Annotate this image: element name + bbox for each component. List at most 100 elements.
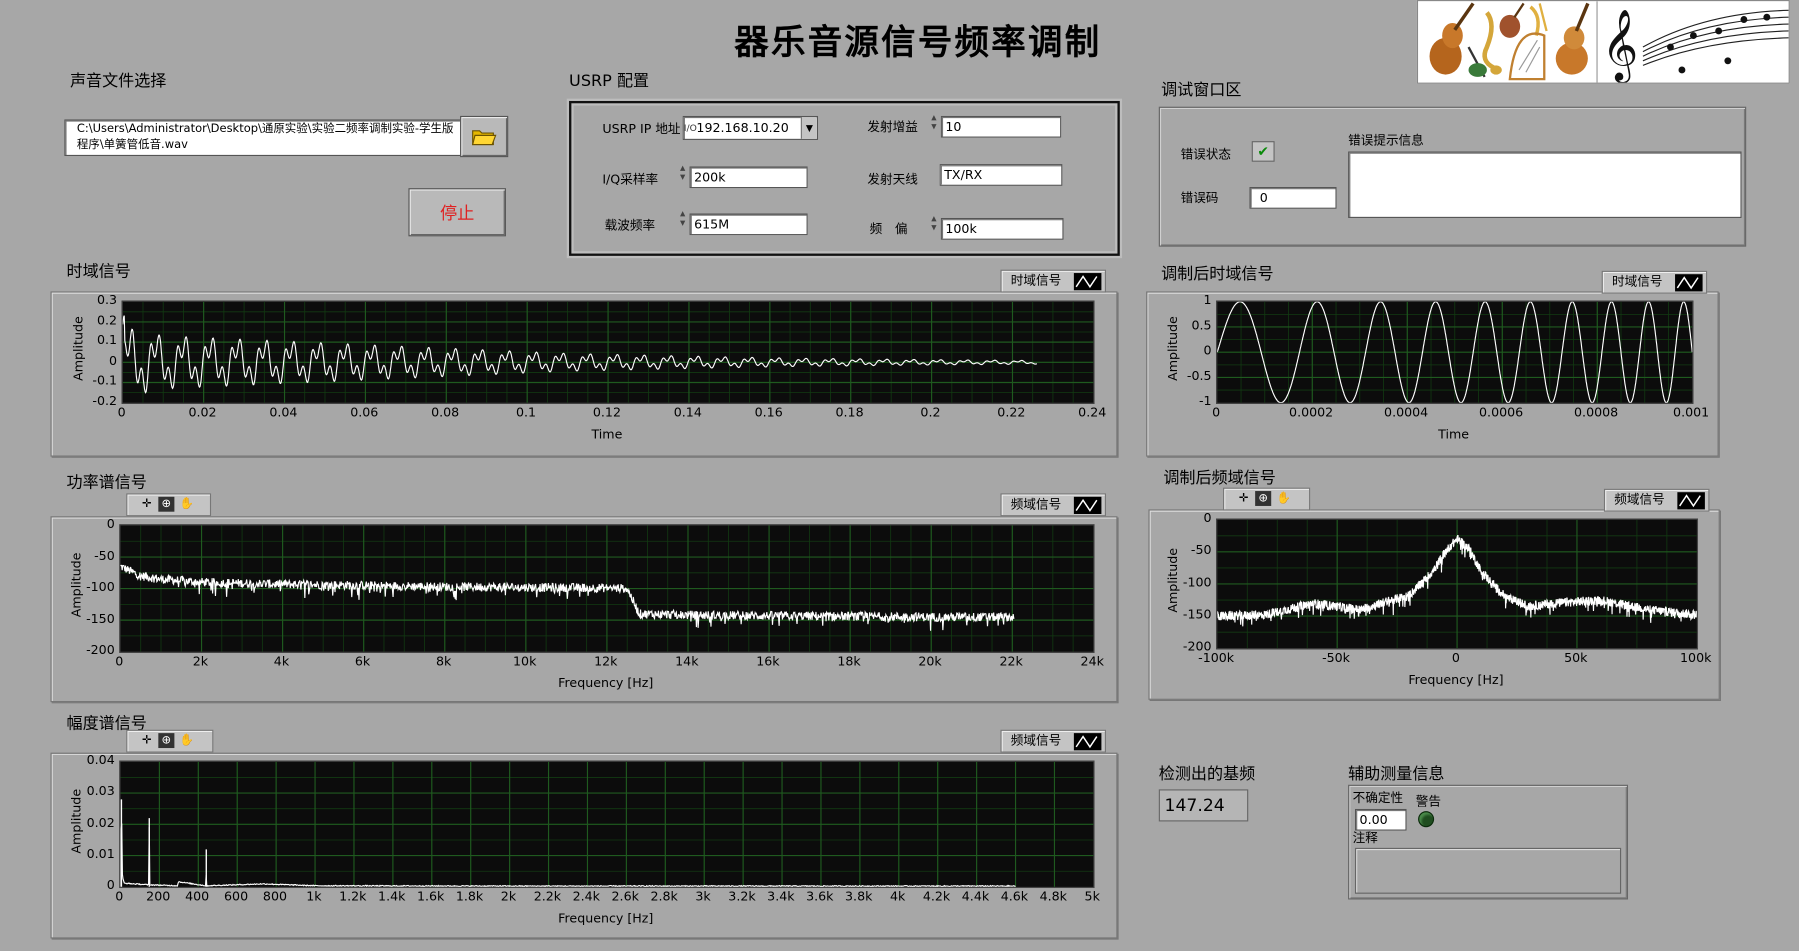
mod_freq-legend[interactable]: 频域信号	[1603, 488, 1710, 512]
error-code-label: 错误码	[1180, 190, 1219, 206]
mod_time-plot-area[interactable]	[1216, 300, 1694, 404]
front-panel: 器乐音源信号频率调制 𝄞 声音文件选择 C:\Users\Administrat…	[0, 0, 1799, 951]
power-plot-area[interactable]	[119, 524, 1095, 653]
mod_freq-y-tick: -200	[1182, 639, 1212, 654]
time-y-tick: -0.1	[92, 373, 118, 389]
mod_time-legend[interactable]: 时域信号	[1601, 270, 1708, 294]
plot-line-icon[interactable]	[1073, 273, 1102, 291]
power-y-tick: -150	[86, 610, 115, 626]
plot-line-icon[interactable]	[1073, 733, 1102, 751]
power-x-tick: 10k	[513, 653, 537, 669]
pan-hand-icon[interactable]: ✋	[1276, 491, 1292, 506]
time-x-tick: 0.1	[515, 404, 537, 420]
time-y-tick: 0.2	[96, 312, 118, 328]
checkmark-icon[interactable]: ✔	[1251, 141, 1275, 162]
mod_freq-y-tick: -150	[1182, 606, 1212, 622]
usrp-config-panel: USRP IP 地址 I/O 192.168.10.20 ▼ I/Q采样率 ▲ ▼…	[569, 100, 1120, 256]
tx-antenna-label: 发射天线	[867, 172, 918, 188]
time-x-tick: 0.06	[350, 404, 379, 420]
mod_freq-y-tick: -100	[1182, 574, 1212, 590]
freq-offset-spinner-icon[interactable]: ▲ ▼	[929, 215, 938, 233]
note-label: 注释	[1352, 830, 1378, 846]
error-code-input[interactable]: 0	[1249, 187, 1337, 209]
debug-panel: 错误状态 ✔ 错误码 0 错误提示信息	[1158, 106, 1747, 247]
mod_time-xlabel: Time	[1438, 426, 1470, 442]
crosshair-icon[interactable]: ✛	[139, 733, 155, 748]
power-y-tick: -100	[86, 579, 115, 595]
power-x-tick: 4k	[273, 653, 290, 669]
carrier-freq-spinner-icon[interactable]: ▲ ▼	[678, 210, 687, 228]
io-icon: I/O	[683, 122, 697, 134]
amp-y-tick: 0.04	[86, 752, 115, 768]
file-path-field[interactable]: C:\Users\Administrator\Desktop\通原实验\实验二频…	[64, 119, 466, 157]
time-x-tick: 0.14	[673, 404, 702, 420]
pan-hand-icon[interactable]: ✋	[179, 497, 195, 512]
mod_time-x-tick: 0.0008	[1574, 404, 1619, 420]
power-legend[interactable]: 频域信号	[1000, 493, 1106, 517]
pan-hand-icon[interactable]: ✋	[179, 733, 195, 748]
power-y-tick: 0	[106, 516, 115, 532]
folder-open-icon	[471, 130, 497, 146]
iq-rate-spinner-icon[interactable]: ▲ ▼	[678, 164, 687, 182]
amp-plot-area[interactable]	[119, 760, 1095, 889]
plot-line-icon[interactable]	[1675, 274, 1703, 292]
power-y-tick: -50	[94, 547, 115, 563]
usrp-config-label: USRP 配置	[569, 72, 650, 91]
mod_freq-x-tick: 50k	[1564, 650, 1588, 666]
tx-antenna-input[interactable]: TX/RX	[939, 164, 1063, 186]
mod_time-y-tick: 0.5	[1191, 317, 1212, 333]
plot-line-icon[interactable]	[1677, 492, 1705, 510]
crosshair-icon[interactable]: ✛	[139, 497, 155, 512]
freq-offset-input[interactable]: 100k	[940, 217, 1064, 240]
browse-button[interactable]	[460, 115, 509, 158]
mod_time-x-tick: 0.0002	[1289, 404, 1334, 420]
uncertainty-label: 不确定性	[1352, 790, 1404, 806]
power-y-tick: -200	[86, 642, 115, 658]
mod_freq-y-tick: -50	[1190, 542, 1212, 558]
time-legend[interactable]: 时域信号	[1000, 269, 1106, 293]
amp-xlabel: Frequency [Hz]	[558, 910, 654, 926]
amp-x-tick: 5k	[1084, 889, 1100, 905]
mod_freq-plot-area[interactable]	[1216, 518, 1699, 650]
time-y-tick: 0.1	[96, 332, 118, 348]
file-select-label: 声音文件选择	[69, 72, 167, 91]
legend-label: 频域信号	[1010, 733, 1062, 749]
power-x-tick: 2k	[192, 653, 209, 669]
error-status-label: 错误状态	[1180, 146, 1232, 162]
usrp-ip-combo[interactable]: I/O 192.168.10.20 ▼	[682, 115, 819, 140]
iq-rate-label: I/Q采样率	[602, 172, 659, 188]
zoom-icon[interactable]: ⊕	[158, 733, 175, 749]
power-x-tick: 6k	[354, 653, 371, 669]
mod_freq-xlabel: Frequency [Hz]	[1408, 672, 1504, 688]
mod_freq-x-tick: 0	[1451, 650, 1460, 666]
plot-line-icon[interactable]	[1073, 496, 1102, 514]
tx-gain-spinner-icon[interactable]: ▲ ▼	[929, 114, 938, 132]
usrp-ip-label: USRP IP 地址	[602, 121, 681, 137]
time-y-tick: 0	[108, 353, 118, 369]
time-x-tick: 0.2	[920, 404, 941, 420]
power-x-tick: 8k	[435, 653, 452, 669]
carrier-freq-input[interactable]: 615M	[689, 213, 808, 236]
time-plot-area[interactable]	[121, 300, 1095, 404]
instruments-banner-image: 𝄞	[1416, 0, 1790, 84]
usrp-ip-value: 192.168.10.20	[696, 120, 789, 136]
iq-rate-input[interactable]: 200k	[689, 166, 808, 189]
time-x-tick: 0.22	[997, 404, 1026, 420]
amp-legend[interactable]: 频域信号	[1000, 729, 1106, 753]
crosshair-icon[interactable]: ✛	[1236, 491, 1252, 506]
error-message-label: 错误提示信息	[1348, 133, 1424, 149]
time-x-tick: 0.12	[592, 404, 621, 420]
time-trace-line	[122, 315, 1038, 394]
aux-info-label: 辅助测量信息	[1348, 765, 1445, 784]
chevron-down-icon[interactable]: ▼	[800, 117, 817, 139]
power-xlabel: Frequency [Hz]	[558, 675, 654, 691]
tx-gain-input[interactable]: 10	[940, 115, 1062, 138]
aux-info-panel: 不确定性 0.00 警告 注释	[1348, 784, 1629, 900]
debug-area-label: 调试窗口区	[1161, 81, 1242, 100]
error-message-box[interactable]	[1348, 151, 1742, 218]
detected-freq-value: 147.24	[1158, 789, 1249, 822]
zoom-icon[interactable]: ⊕	[1255, 491, 1272, 506]
time-x-tick: 0.18	[835, 404, 864, 420]
zoom-icon[interactable]: ⊕	[158, 496, 175, 512]
stop-button[interactable]: 停止	[408, 188, 506, 237]
